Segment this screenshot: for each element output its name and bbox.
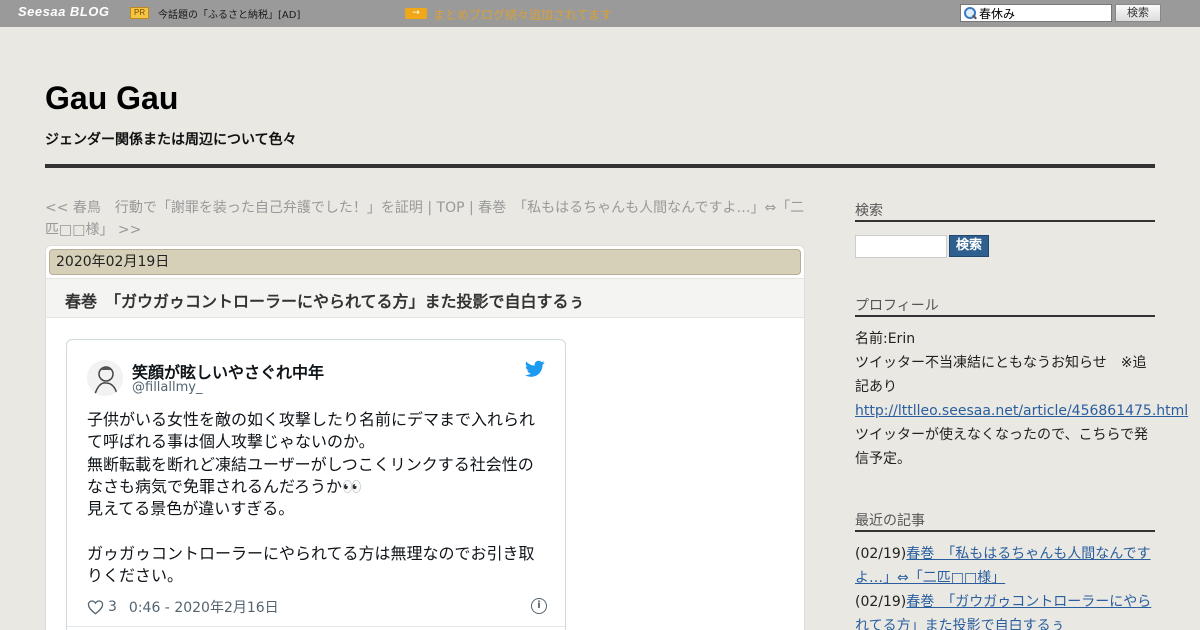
sidebar-recent-articles: 最近の記事 (02/19)春巻 「私もはるちゃんも人間なんですよ…」⇔「二匹□□…	[855, 510, 1155, 630]
avatar[interactable]	[87, 360, 123, 396]
profile-body: 名前:Erin ツイッター不当凍結にともなうお知らせ ※追記あり http://…	[855, 327, 1188, 471]
pr-badge: PR	[130, 7, 150, 19]
sidebar-recent-heading: 最近の記事	[855, 510, 1155, 532]
news-link[interactable]: まとめブログ続々追加されてます	[433, 6, 612, 23]
tweet-timestamp[interactable]: 0:46 - 2020年2月16日	[129, 597, 279, 617]
seesaa-logo[interactable]: Seesaa BLOG	[18, 4, 110, 19]
info-icon[interactable]: i	[531, 598, 547, 614]
header-divider	[45, 164, 1155, 168]
profile-note: ツイッターが使えなくなったので、こちらで発信予定。	[855, 427, 1149, 467]
arrow-right-icon: →	[405, 8, 427, 19]
tweet-divider	[67, 626, 565, 627]
sidebar-profile-heading: プロフィール	[855, 295, 1155, 317]
list-item: (02/19)春巻 「ガウガゥコントローラーにやられてる方」また投影で自白するぅ	[855, 590, 1155, 630]
twitter-bird-icon[interactable]	[525, 360, 545, 378]
profile-link[interactable]: http://lttlleo.seesaa.net/article/456861…	[855, 399, 1188, 423]
pr-link[interactable]: 今話題の「ふるさと納税」[AD]	[158, 6, 300, 21]
article: 2020年02月19日 春巻 「ガウガゥコントローラーにやられてる方」また投影で…	[45, 245, 805, 630]
heart-icon[interactable]	[87, 599, 104, 615]
article-date: 2020年02月19日	[49, 249, 801, 275]
site-description: ジェンダー関係または周辺について色々	[45, 132, 297, 148]
article-navigation[interactable]: << 春鳥 行動で「謝罪を装った自己弁護でした！」を証明 | TOP | 春巻 …	[45, 197, 810, 241]
embedded-tweet[interactable]: 笑顔が眩しいやさぐれ中年 @fillallmy_ 子供がいる女性を敵の如く攻撃し…	[66, 339, 566, 630]
sidebar-search-button[interactable]: 検索	[949, 235, 989, 257]
recent-item-date: (02/19)	[855, 594, 907, 610]
site-title[interactable]: Gau Gau	[45, 80, 178, 117]
tweet-text: 子供がいる女性を敵の如く攻撃したり名前にデマまで入れられて呼ばれる事は個人攻撃じ…	[87, 410, 536, 586]
article-title[interactable]: 春巻 「ガウガゥコントローラーにやられてる方」また投影で自白するぅ	[65, 288, 585, 312]
list-item: (02/19)春巻 「私もはるちゃんも人間なんですよ…」⇔「二匹□□様」	[855, 542, 1155, 590]
recent-list: (02/19)春巻 「私もはるちゃんも人間なんですよ…」⇔「二匹□□様」 (02…	[855, 542, 1155, 630]
article-title-bar: 春巻 「ガウガゥコントローラーにやられてる方」また投影で自白するぅ	[46, 278, 804, 318]
search-icon	[961, 5, 979, 21]
profile-name: 名前:Erin	[855, 331, 916, 347]
top-search-box	[960, 4, 1112, 22]
sidebar-search: 検索 検索	[855, 200, 1155, 258]
top-search-input[interactable]	[979, 5, 1109, 21]
sidebar-search-heading: 検索	[855, 200, 1155, 222]
tweet-like-count[interactable]: 3	[108, 599, 117, 615]
tweet-footer: 3 0:46 - 2020年2月16日 i	[87, 597, 547, 617]
top-bar: Seesaa BLOG PR 今話題の「ふるさと納税」[AD] → まとめブログ…	[0, 0, 1200, 27]
profile-notice: ツイッター不当凍結にともなうお知らせ ※追記あり	[855, 355, 1147, 395]
top-search-button[interactable]: 検索	[1115, 4, 1161, 22]
recent-item-date: (02/19)	[855, 546, 907, 562]
sidebar-search-input[interactable]	[855, 235, 947, 258]
sidebar-profile: プロフィール 名前:Erin ツイッター不当凍結にともなうお知らせ ※追記あり …	[855, 295, 1188, 471]
nav-links[interactable]: << 春鳥 行動で「謝罪を装った自己弁護でした！」を証明 | TOP | 春巻 …	[45, 200, 804, 238]
tweet-author-handle[interactable]: @fillallmy_	[132, 380, 202, 395]
